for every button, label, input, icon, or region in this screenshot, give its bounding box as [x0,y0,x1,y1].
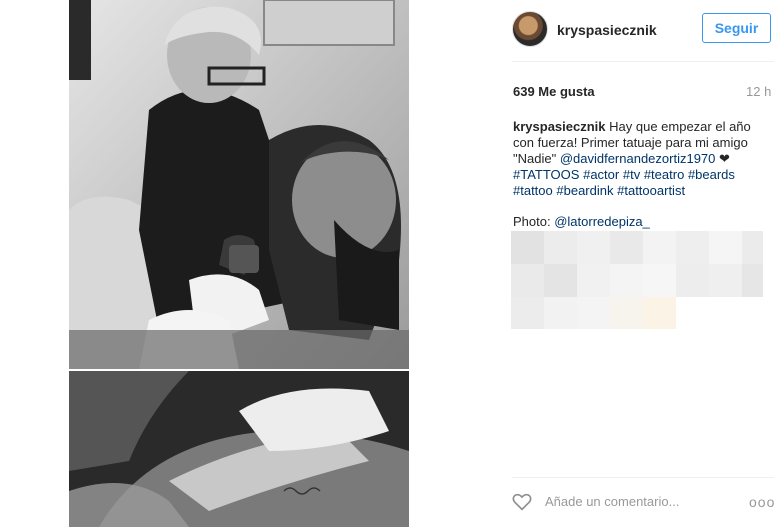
photo-credit: Photo: @latorredepiza_ [513,214,650,229]
post-header: kryspasiecznik Seguir [512,11,774,49]
hashtag[interactable]: #beardink [556,183,613,198]
hashtag[interactable]: #teatro [644,167,684,182]
hashtag[interactable]: #TATTOOS [513,167,579,182]
comment-input[interactable]: Añade un comentario... [545,494,679,509]
hashtag[interactable]: #tattooartist [617,183,685,198]
avatar[interactable] [512,11,548,47]
more-horizontal-icon[interactable]: ooo [749,494,775,510]
post-photo[interactable] [69,0,409,527]
photo-credit-mention[interactable]: @latorredepiza_ [554,214,650,229]
post-timestamp[interactable]: 12 h [746,84,771,99]
footer-divider [512,477,774,478]
heart-outline-icon[interactable] [512,493,532,511]
photo-tattoo-session [69,0,409,369]
header-username[interactable]: kryspasiecznik [557,22,657,38]
follow-button[interactable]: Seguir [702,13,771,43]
caption-mention[interactable]: @davidfernandezortiz1970 [560,151,716,166]
hashtag[interactable]: #tattoo [513,183,553,198]
post-caption: kryspasiecznik Hay que empezar el año co… [513,119,775,199]
heart-emoji: ❤ [715,151,730,166]
likes-count[interactable]: 639 Me gusta [513,84,595,99]
blurred-comments [511,231,763,329]
hashtag[interactable]: #beards [688,167,735,182]
caption-username[interactable]: kryspasiecznik [513,119,606,134]
hashtag[interactable]: #tv [623,167,640,182]
photo-credit-label: Photo: [513,214,555,229]
photo-tattoo-closeup [69,371,409,527]
header-divider [512,61,774,62]
hashtag[interactable]: #actor [583,167,619,182]
